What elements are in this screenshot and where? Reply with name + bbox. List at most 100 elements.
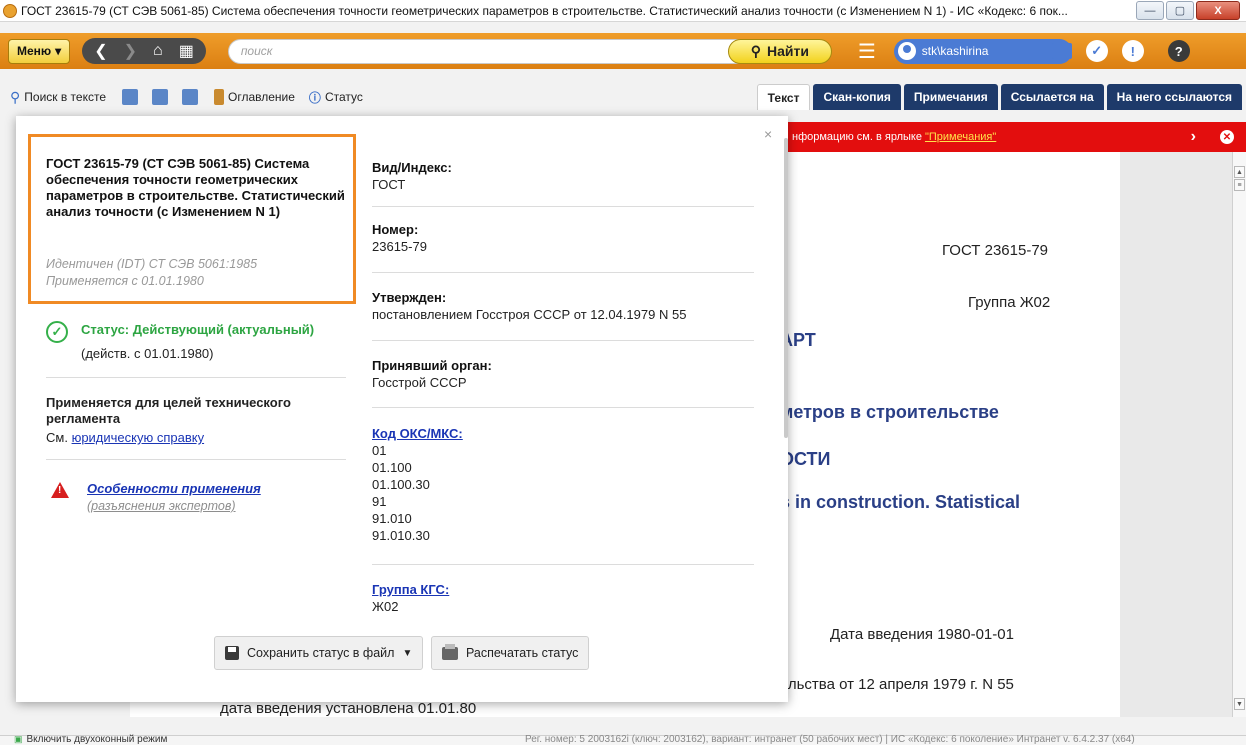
divider: [46, 377, 346, 378]
number-label: Номер:: [372, 222, 419, 237]
oks-value: 01.100: [372, 460, 412, 475]
main-toolbar: Меню ▾ ❮ ❯ ⌂ ▦ поиск ⚲ Найти ☰ stk\kashi…: [0, 33, 1246, 69]
status-text: Статус: Действующий (актуальный): [81, 322, 315, 337]
scroll-down-icon[interactable]: ▼: [1234, 698, 1245, 710]
popup-doc-meta: Идентичен (IDT) СТ СЭВ 5061:1985 Применя…: [46, 256, 257, 290]
chevron-down-icon: ▾: [55, 44, 62, 58]
doc-date-set: дата введения установлена 01.01.80: [220, 700, 477, 717]
approved-label: Утвержден:: [372, 290, 447, 305]
application-features-link[interactable]: Особенности применения: [87, 481, 261, 496]
notice-bar: нформацию см. в ярлыке "Примечания" › ✕: [780, 122, 1246, 152]
forward-icon[interactable]: ❯: [124, 41, 137, 61]
printer-icon: [442, 643, 458, 660]
menu-label: Меню: [17, 44, 52, 58]
print-status-button[interactable]: Распечатать статус: [431, 636, 590, 670]
compare-icon[interactable]: [152, 89, 169, 105]
notes-link[interactable]: "Примечания": [925, 131, 996, 143]
divider: [372, 272, 754, 273]
identical-note: Идентичен (IDT) СТ СЭВ 5061:1985: [46, 257, 258, 271]
tab-text[interactable]: Текст: [756, 84, 811, 110]
kgs-group-link[interactable]: Группа КГС:: [372, 582, 752, 598]
tab-referenced-by[interactable]: На него ссылаются: [1106, 84, 1242, 110]
oks-value: 91: [372, 494, 387, 509]
expert-explanations-link[interactable]: (разъяснения экспертов): [87, 499, 236, 513]
field-body: Принявший орган: Госстрой СССР: [372, 358, 752, 391]
applied-since-note: Применяется с 01.01.1980: [46, 274, 204, 288]
body-value: Госстрой СССР: [372, 375, 467, 390]
window-controls: — ▢ X: [1136, 1, 1240, 20]
save-status-label: Сохранить статус в файл: [247, 646, 395, 660]
status-button[interactable]: ⓘ Статус: [309, 89, 363, 106]
oks-value: 01.100.30: [372, 477, 430, 492]
book-icon: [214, 89, 225, 105]
registration-info: Рег. номер: 5 2003162i (ключ: 2003162), …: [525, 734, 1135, 745]
download-icon[interactable]: [182, 89, 199, 105]
search-input[interactable]: поиск: [227, 38, 748, 64]
dual-window-icon: ▣: [14, 734, 23, 744]
oks-value: 01: [372, 443, 387, 458]
magnifier-icon: ⚲: [10, 88, 21, 105]
find-button[interactable]: ⚲ Найти: [727, 38, 832, 64]
legal-ref-line: См. юридическую справку: [46, 430, 204, 445]
upload-icon[interactable]: [122, 89, 139, 105]
tab-refers-to[interactable]: Ссылается на: [1000, 84, 1104, 110]
kgs-value: Ж02: [372, 599, 399, 614]
divider: [372, 340, 754, 341]
hamburger-icon[interactable]: ☰: [858, 39, 876, 64]
close-popup-icon[interactable]: ×: [764, 126, 772, 142]
doc-code: ГОСТ 23615-79: [942, 242, 1049, 259]
field-number: Номер: 23615-79: [372, 222, 752, 255]
contents-label: Оглавление: [228, 90, 295, 104]
check-icon[interactable]: ✓: [1085, 40, 1108, 62]
document-scrollbar[interactable]: ▲ ≡ ▼: [1232, 152, 1246, 717]
field-approved: Утвержден: постановлением Госстроя СССР …: [372, 290, 752, 323]
save-status-button[interactable]: Сохранить статус в файл ▼: [214, 636, 424, 670]
field-kgs: Группа КГС: Ж02: [372, 582, 752, 615]
notice-text: нформацию см. в ярлыке: [792, 131, 922, 143]
chevron-down-icon: ▼: [402, 647, 413, 659]
scroll-thumb[interactable]: ≡: [1234, 179, 1245, 191]
dual-window-label: Включить двухоконный режим: [26, 734, 168, 745]
folder-icon[interactable]: [1051, 43, 1072, 59]
search-in-text-button[interactable]: ⚲ Поиск в тексте: [10, 89, 106, 106]
field-kind: Вид/Индекс: ГОСТ: [372, 160, 752, 193]
close-window-button[interactable]: X: [1196, 1, 1240, 20]
find-label: Найти: [766, 43, 809, 59]
tab-scan-copy[interactable]: Скан-копия: [813, 84, 901, 110]
close-notice-icon[interactable]: ✕: [1220, 130, 1234, 144]
maximize-button[interactable]: ▢: [1166, 1, 1194, 20]
timer-icon[interactable]: !: [1121, 40, 1144, 62]
doc-heading-english: s in construction. Statistical: [780, 492, 1021, 512]
doc-resolution: ельства от 12 апреля 1979 г. N 55: [780, 676, 1014, 693]
minimize-button[interactable]: —: [1136, 1, 1164, 20]
home-icon[interactable]: ⌂: [153, 42, 163, 60]
status-ok-icon: ✓: [46, 321, 68, 343]
doc-date-intro: Дата введения 1980-01-01: [830, 626, 1014, 643]
oks-code-link[interactable]: Код ОКС/МКС:: [372, 426, 752, 442]
oks-value: 91.010: [372, 511, 412, 526]
scroll-up-icon[interactable]: ▲: [1234, 166, 1245, 178]
grid-icon[interactable]: ▦: [179, 41, 194, 61]
doc-group: Группа Ж02: [968, 294, 1051, 311]
body-label: Принявший орган:: [372, 358, 492, 373]
user-name: stk\kashirina: [921, 44, 989, 58]
tab-notes[interactable]: Примечания: [903, 84, 998, 110]
back-icon[interactable]: ❮: [94, 41, 107, 61]
user-avatar-icon: [897, 42, 916, 60]
popup-scrollbar[interactable]: [784, 138, 788, 438]
popup-doc-title: ГОСТ 23615-79 (СТ СЭВ 5061-85) Система о…: [46, 156, 345, 219]
dual-window-toggle[interactable]: ▣ Включить двухоконный режим: [14, 734, 167, 745]
document-margin: [1120, 152, 1232, 717]
next-notice-icon[interactable]: ›: [1191, 128, 1196, 146]
menu-button[interactable]: Меню ▾: [8, 38, 71, 64]
contents-button[interactable]: Оглавление: [214, 89, 295, 105]
document-tabs: Текст Скан-копия Примечания Ссылается на…: [756, 84, 1242, 110]
field-oks: Код ОКС/МКС: 01 01.100 01.100.30 91 91.0…: [372, 426, 752, 544]
print-status-label: Распечатать статус: [466, 646, 579, 660]
window-title: ГОСТ 23615-79 (СТ СЭВ 5061-85) Система о…: [21, 3, 1068, 18]
legal-reference-link[interactable]: юридическую справку: [72, 430, 205, 445]
status-popup: × ГОСТ 23615-79 (СТ СЭВ 5061-85) Система…: [16, 116, 788, 702]
user-pill[interactable]: stk\kashirina: [893, 38, 1072, 64]
help-icon[interactable]: ?: [1167, 40, 1190, 62]
divider: [372, 564, 754, 565]
